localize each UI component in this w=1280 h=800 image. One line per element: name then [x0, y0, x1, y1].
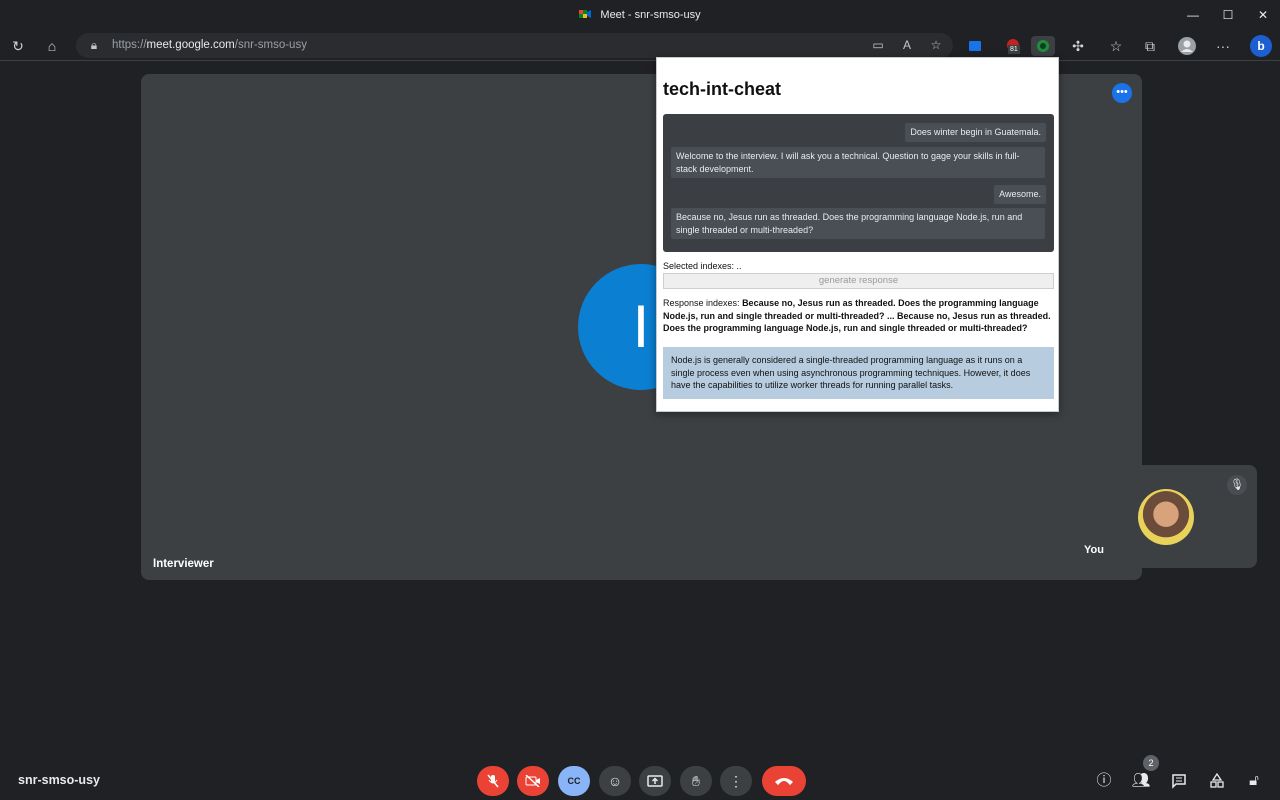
read-aloud-icon[interactable]: A: [897, 35, 917, 55]
chat-icon[interactable]: [1168, 770, 1190, 792]
camera-icon[interactable]: ▭: [868, 35, 888, 55]
generated-answer: Node.js is generally considered a single…: [663, 347, 1054, 399]
extension-badge-count: 81: [1008, 45, 1020, 54]
maximize-icon[interactable]: ☐: [1219, 6, 1237, 24]
raise-hand-button[interactable]: ✋︎: [680, 766, 712, 796]
refresh-icon[interactable]: ↻: [8, 36, 28, 56]
self-video-tile: 🎙︎ You: [1074, 465, 1257, 568]
camera-off-button[interactable]: [517, 766, 549, 796]
people-icon[interactable]: 👥︎: [1130, 770, 1152, 792]
extension-popup: tech-int-cheat Does winter begin in Guat…: [656, 57, 1059, 412]
minimize-icon[interactable]: —: [1184, 6, 1202, 24]
meet-logo-icon: [579, 10, 592, 18]
url-suffix: /snr-smso-usy: [234, 39, 307, 51]
lock-icon[interactable]: 🔒︎: [84, 35, 104, 55]
response-indexes-label: Response indexes:: [663, 298, 743, 308]
chat-transcript: Does winter begin in Guatemala. Welcome …: [663, 114, 1054, 252]
captions-icon: CC: [567, 776, 581, 786]
meeting-code: snr-smso-usy: [18, 773, 100, 787]
extension-active-icon[interactable]: [1031, 36, 1055, 56]
self-name-label: You: [1084, 544, 1104, 556]
emoji-icon: ☺: [607, 773, 623, 789]
url-main: meet.google.com: [146, 39, 235, 51]
popup-title: tech-int-cheat: [663, 79, 782, 99]
window-title: Meet - snr-smso-usy: [0, 8, 1280, 21]
generate-response-button[interactable]: generate response: [663, 273, 1054, 289]
host-controls-icon[interactable]: 🔓︎: [1243, 770, 1265, 792]
add-favorite-icon[interactable]: ☆: [926, 35, 946, 55]
meeting-info-icon[interactable]: ⓘ: [1093, 770, 1115, 792]
activities-icon[interactable]: [1206, 770, 1228, 792]
settings-more-icon[interactable]: ···: [1213, 36, 1233, 56]
participant-name-label: Interviewer: [153, 558, 214, 570]
extension-badge-icon[interactable]: 81: [1003, 36, 1023, 56]
mic-off-icon: [487, 774, 499, 788]
profile-icon[interactable]: [1177, 36, 1197, 56]
captions-button[interactable]: CC: [558, 766, 590, 796]
url-prefix: https://: [112, 39, 147, 51]
chat-message[interactable]: Does winter begin in Guatemala.: [905, 123, 1046, 142]
camera-off-icon: [525, 774, 540, 788]
response-indexes: Response indexes: Because no, Jesus run …: [663, 297, 1054, 335]
favorites-icon[interactable]: ☆: [1106, 36, 1126, 56]
chat-message[interactable]: Awesome.: [994, 185, 1046, 204]
chat-message[interactable]: Welcome to the interview. I will ask you…: [671, 147, 1045, 178]
address-bar[interactable]: 🔒︎ https://meet.google.com/snr-smso-usy …: [76, 33, 953, 58]
mic-off-icon: 🎙︎: [1227, 475, 1247, 495]
avatar: [1138, 489, 1194, 545]
end-call-icon: [775, 778, 793, 785]
extension-blue-icon[interactable]: [965, 36, 985, 56]
chat-message[interactable]: Because no, Jesus run as threaded. Does …: [671, 208, 1045, 239]
hand-icon: ✋︎: [692, 773, 700, 789]
more-vertical-icon: ⋮: [729, 773, 743, 789]
more-options-icon[interactable]: •••: [1112, 83, 1132, 103]
window-title-text: Meet - snr-smso-usy: [600, 9, 701, 21]
people-count-badge: 2: [1143, 755, 1159, 771]
browser-titlebar: Meet - snr-smso-usy — ☐ ✕: [0, 0, 1280, 30]
home-icon[interactable]: ⌂: [42, 36, 62, 56]
emoji-reaction-button[interactable]: ☺: [599, 766, 631, 796]
more-options-button[interactable]: ⋮: [720, 766, 752, 796]
close-icon[interactable]: ✕: [1254, 6, 1272, 24]
url-text[interactable]: https://meet.google.com/snr-smso-usy: [112, 39, 307, 51]
bing-copilot-icon[interactable]: b: [1250, 35, 1272, 57]
collections-icon[interactable]: ⧉: [1140, 36, 1160, 56]
mic-off-button[interactable]: [477, 766, 509, 796]
browser-toolbar: ↻ ⌂ 🔒︎ https://meet.google.com/snr-smso-…: [0, 30, 1280, 61]
present-screen-button[interactable]: [639, 766, 671, 796]
selected-indexes-label: Selected indexes: ..: [663, 261, 742, 271]
leave-call-button[interactable]: [762, 766, 806, 796]
present-icon: [647, 775, 663, 787]
extensions-puzzle-icon[interactable]: ✣: [1068, 36, 1088, 56]
